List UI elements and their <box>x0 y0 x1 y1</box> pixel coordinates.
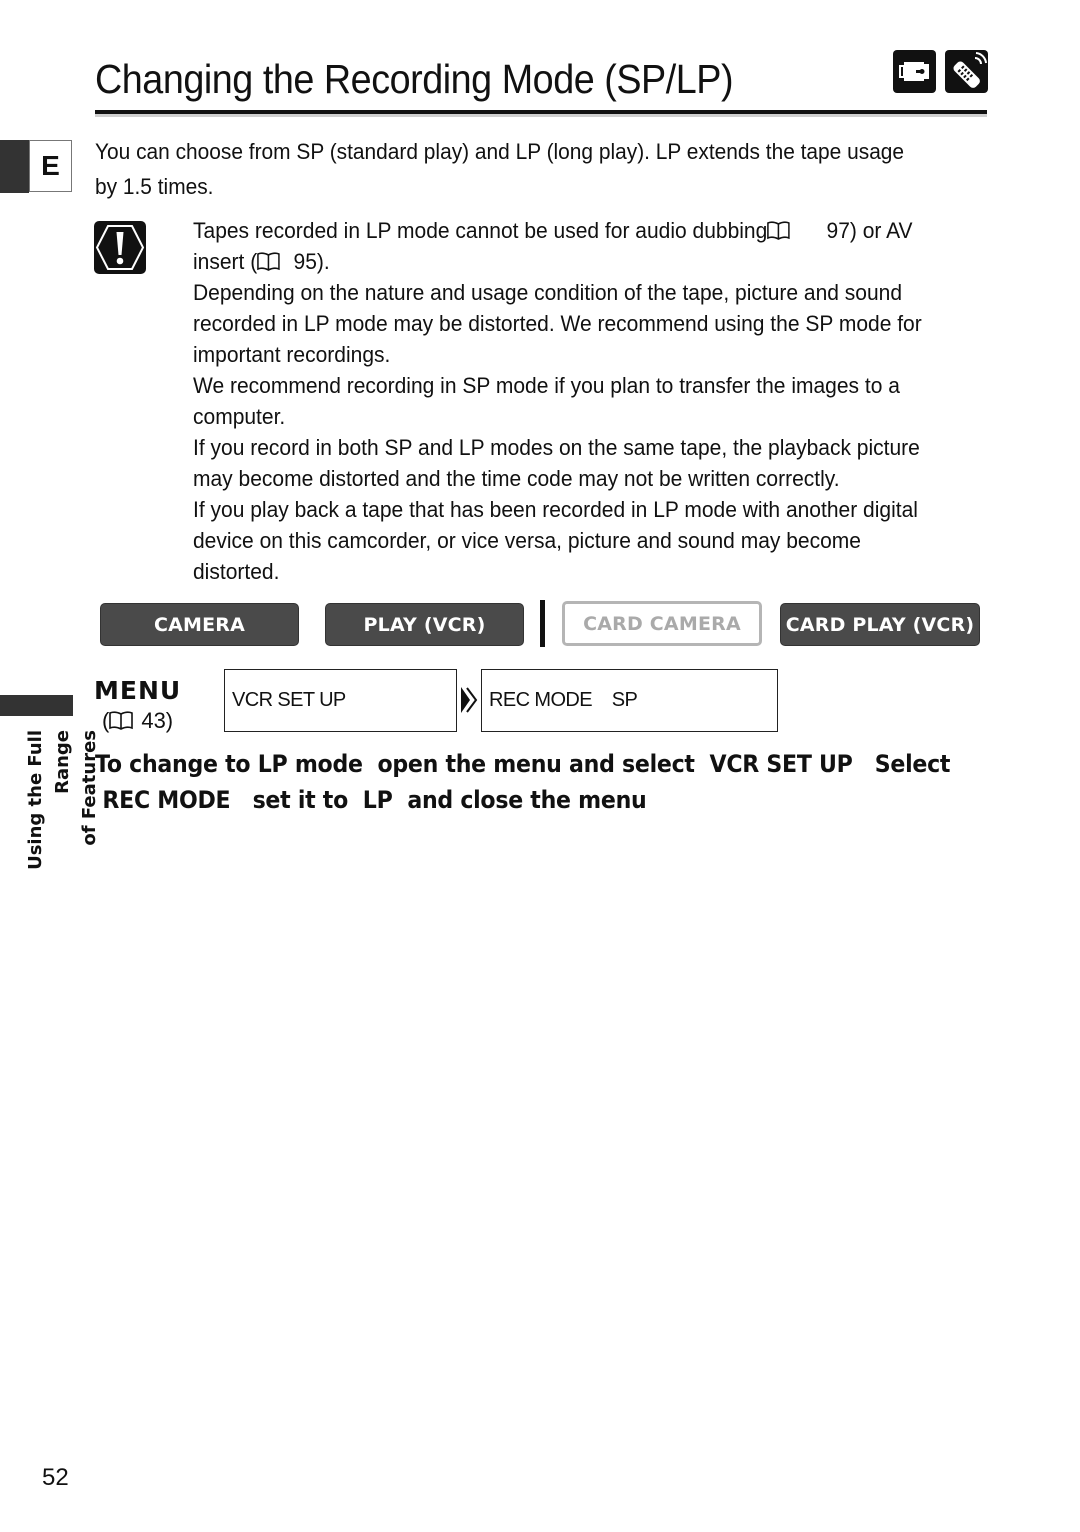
menu-step-vcr-set-up: VCR SET UP <box>224 669 457 732</box>
note-line: recorded in LP mode may be distorted. We… <box>193 311 922 336</box>
instruction-line: To change to LP mode open the menu and s… <box>95 750 951 778</box>
note-line: may become distorted and the time code m… <box>193 466 840 491</box>
camcorder-icon <box>893 50 936 93</box>
page-number: 52 <box>42 1464 69 1491</box>
ref-page: 43) <box>141 708 174 733</box>
menu-step-rec-mode: REC MODE SP <box>481 669 778 732</box>
note-line: If you play back a tape that has been re… <box>193 497 918 522</box>
menu-page-ref: (43) <box>102 705 173 736</box>
note-page-ref: 97) or AV <box>826 218 913 243</box>
note-text: insert ( <box>193 249 258 274</box>
mode-camera: CAMERA <box>100 603 299 646</box>
note-line: insert ( 95). <box>193 246 986 277</box>
instruction-line: REC MODE set it to LP and close the menu <box>95 786 647 814</box>
note-line: device on this camcorder, or vice versa,… <box>193 528 861 553</box>
side-tab-block <box>0 140 29 193</box>
note-line: Tapes recorded in LP mode cannot be used… <box>193 215 986 246</box>
note-line: We recommend recording in SP mode if you… <box>193 373 900 398</box>
note-line: Depending on the nature and usage condit… <box>193 280 903 305</box>
book-reference-icon <box>767 217 791 240</box>
book-reference-icon <box>257 248 280 271</box>
ref-open: ( <box>102 708 110 733</box>
note-line: computer. <box>193 404 286 429</box>
mode-card-play-vcr: CARD PLAY (VCR) <box>780 603 980 646</box>
menu-label: MENU <box>94 676 182 705</box>
section-tab-bar <box>0 695 73 716</box>
intro-paragraph: You can choose from SP (standard play) a… <box>95 139 905 199</box>
caution-icon <box>94 221 146 274</box>
note-text: Tapes recorded in LP mode cannot be used… <box>193 218 768 243</box>
note-page-ref: 95). <box>293 249 330 274</box>
page-title: Changing the Recording Mode (SP/LP) <box>95 56 734 102</box>
book-reference-icon <box>109 707 134 730</box>
note-line: distorted. <box>193 559 280 584</box>
section-label-line2: of Features <box>79 730 100 846</box>
mode-play-vcr: PLAY (VCR) <box>325 603 524 646</box>
language-tab: E <box>29 140 72 192</box>
section-label-line1: Using the Full Range <box>25 730 73 870</box>
double-chevron-right-icon <box>460 686 478 714</box>
section-label: Using the Full Range of Features <box>22 730 100 935</box>
remote-control-icon <box>945 50 988 93</box>
note-line: important recordings. <box>193 342 391 367</box>
title-underline-shadow <box>95 114 987 117</box>
mode-separator <box>540 600 545 647</box>
mode-card-camera: CARD CAMERA <box>562 601 762 646</box>
note-line: If you record in both SP and LP modes on… <box>193 435 920 460</box>
